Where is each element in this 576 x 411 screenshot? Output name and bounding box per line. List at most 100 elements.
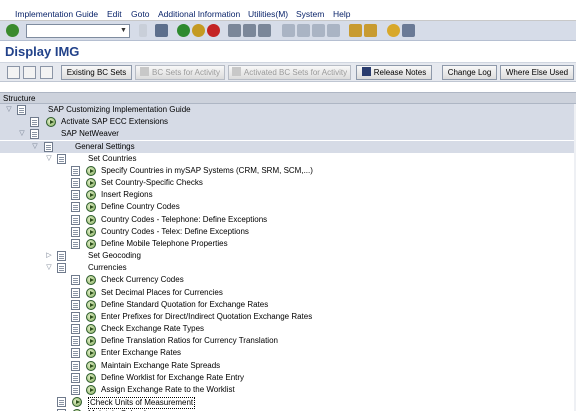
release-notes-icon[interactable] bbox=[23, 66, 36, 79]
tree-node-label[interactable]: Currencies bbox=[88, 263, 127, 273]
tree-row[interactable]: Define Standard Quotation for Exchange R… bbox=[0, 299, 576, 311]
collapse-icon[interactable]: ▽ bbox=[45, 155, 53, 163]
documentation-icon[interactable] bbox=[71, 238, 80, 249]
activated-bc-sets-button[interactable]: Activated BC Sets for Activity bbox=[228, 65, 351, 80]
documentation-icon[interactable] bbox=[71, 165, 80, 176]
tree-row[interactable]: Define Mobile Telephone Properties bbox=[0, 238, 576, 250]
tree-row[interactable]: ▽ General Settings bbox=[0, 140, 576, 153]
tree-node-label[interactable]: Define Standard Quotation for Exchange R… bbox=[101, 300, 268, 310]
execute-activity-icon[interactable] bbox=[86, 226, 96, 237]
execute-activity-icon[interactable] bbox=[86, 190, 96, 201]
tree-node-label[interactable]: Insert Regions bbox=[101, 190, 153, 200]
documentation-icon[interactable] bbox=[71, 178, 80, 189]
bc-set-icon[interactable] bbox=[40, 66, 53, 79]
tree-node-label[interactable]: Maintain Exchange Rate Spreads bbox=[101, 361, 220, 371]
tree-row[interactable]: Assign Exchange Rate to the Worklist bbox=[0, 384, 576, 396]
print-icon[interactable] bbox=[228, 24, 241, 37]
execute-activity-icon[interactable] bbox=[86, 299, 96, 310]
documentation-icon[interactable] bbox=[71, 384, 80, 395]
execute-activity-icon[interactable] bbox=[86, 311, 96, 322]
previous-page-icon[interactable] bbox=[297, 24, 310, 37]
tree-node-label[interactable]: Check Currency Codes bbox=[101, 275, 184, 285]
documentation-icon[interactable] bbox=[71, 360, 80, 371]
tree-row[interactable]: Enter Prefixes for Direct/Indirect Quota… bbox=[0, 311, 576, 323]
tree-row[interactable]: ▽ Currencies bbox=[0, 262, 576, 274]
tree-row[interactable]: Check Units of Measurement bbox=[0, 396, 576, 410]
execute-activity-icon[interactable] bbox=[46, 117, 56, 128]
collapse-icon[interactable]: ▽ bbox=[5, 106, 13, 114]
documentation-icon[interactable] bbox=[71, 372, 80, 383]
execute-activity-icon[interactable] bbox=[86, 287, 96, 298]
exit-icon[interactable] bbox=[192, 24, 205, 37]
existing-bc-sets-button[interactable]: Existing BC Sets bbox=[61, 65, 132, 80]
menu-utilities[interactable]: Utilities(M) bbox=[248, 9, 288, 19]
expand-icon[interactable]: ▷ bbox=[45, 252, 53, 260]
documentation-icon[interactable] bbox=[71, 287, 80, 298]
execute-activity-icon[interactable] bbox=[86, 275, 96, 286]
documentation-icon[interactable] bbox=[57, 263, 66, 274]
execute-activity-icon[interactable] bbox=[86, 214, 96, 225]
tree-row[interactable]: Set Decimal Places for Currencies bbox=[0, 287, 576, 299]
tree-node-label[interactable]: Country Codes - Telex: Define Exceptions bbox=[101, 227, 249, 237]
documentation-icon[interactable] bbox=[71, 226, 80, 237]
documentation-icon[interactable] bbox=[71, 214, 80, 225]
tree-node-label[interactable]: Enter Exchange Rates bbox=[101, 348, 181, 358]
where-else-used-button[interactable]: Where Else Used bbox=[500, 65, 574, 80]
tree-node-label[interactable]: Set Countries bbox=[88, 154, 136, 164]
tree-row[interactable]: Define Translation Ratios for Currency T… bbox=[0, 335, 576, 347]
expand-icon[interactable] bbox=[7, 66, 20, 79]
execute-activity-icon[interactable] bbox=[86, 324, 96, 335]
tree-node-label[interactable]: Enter Prefixes for Direct/Indirect Quota… bbox=[101, 312, 312, 322]
documentation-icon[interactable] bbox=[57, 251, 66, 262]
documentation-icon[interactable] bbox=[71, 336, 80, 347]
last-page-icon[interactable] bbox=[327, 24, 340, 37]
collapse-icon[interactable]: ▽ bbox=[18, 130, 26, 138]
documentation-icon[interactable] bbox=[30, 117, 39, 128]
documentation-icon[interactable] bbox=[17, 105, 26, 115]
menu-goto[interactable]: Goto bbox=[131, 9, 149, 19]
change-log-button[interactable]: Change Log bbox=[442, 65, 497, 80]
documentation-icon[interactable] bbox=[57, 397, 66, 408]
documentation-icon[interactable] bbox=[71, 324, 80, 335]
documentation-icon[interactable] bbox=[71, 311, 80, 322]
collapse-icon[interactable]: ▽ bbox=[31, 143, 39, 151]
execute-activity-icon[interactable] bbox=[86, 336, 96, 347]
tree-node-label[interactable]: SAP NetWeaver bbox=[61, 129, 119, 139]
back-icon[interactable] bbox=[177, 24, 190, 37]
menu-implementation-guide[interactable]: Implementation Guide bbox=[15, 9, 98, 19]
documentation-icon[interactable] bbox=[44, 141, 53, 152]
execute-activity-icon[interactable] bbox=[86, 238, 96, 249]
documentation-icon[interactable] bbox=[71, 299, 80, 310]
menu-help[interactable]: Help bbox=[333, 9, 350, 19]
documentation-icon[interactable] bbox=[57, 153, 66, 164]
tree-node-label[interactable]: SAP Customizing Implementation Guide bbox=[48, 105, 191, 115]
layout-icon[interactable] bbox=[402, 24, 415, 37]
tree-row[interactable]: Specify Countries in mySAP Systems (CRM,… bbox=[0, 165, 576, 177]
tree-row[interactable]: ▽ Set Countries bbox=[0, 153, 576, 165]
cancel-icon[interactable] bbox=[207, 24, 220, 37]
tree-node-label[interactable]: Assign Exchange Rate to the Worklist bbox=[101, 385, 235, 395]
release-notes-button[interactable]: Release Notes bbox=[356, 65, 432, 80]
tree-row[interactable]: Activate SAP ECC Extensions bbox=[0, 116, 576, 129]
tree-row[interactable]: Maintain Exchange Rate Spreads bbox=[0, 360, 576, 372]
tree-node-label[interactable]: Define Country Codes bbox=[101, 202, 180, 212]
tree-row[interactable]: Country Codes - Telex: Define Exceptions bbox=[0, 226, 576, 238]
tree-node-label[interactable]: Set Decimal Places for Currencies bbox=[101, 288, 223, 298]
tree-node-label[interactable]: Set Country-Specific Checks bbox=[101, 178, 203, 188]
tree-node-label[interactable]: Activate SAP ECC Extensions bbox=[61, 117, 168, 127]
find-icon[interactable] bbox=[243, 24, 256, 37]
execute-activity-icon[interactable] bbox=[86, 165, 96, 176]
create-session-icon[interactable] bbox=[349, 24, 362, 37]
first-page-icon[interactable] bbox=[282, 24, 295, 37]
tree-node-label[interactable]: Specify Countries in mySAP Systems (CRM,… bbox=[101, 166, 313, 176]
documentation-icon[interactable] bbox=[71, 275, 80, 286]
tree-row[interactable]: Check Currency Codes bbox=[0, 274, 576, 286]
tree-node-label[interactable]: Define Mobile Telephone Properties bbox=[101, 239, 228, 249]
menu-additional-information[interactable]: Additional Information bbox=[158, 9, 240, 19]
tree-row[interactable]: Define Worklist for Exchange Rate Entry bbox=[0, 372, 576, 384]
bc-sets-for-activity-button[interactable]: BC Sets for Activity bbox=[135, 65, 225, 80]
chevron-down-icon[interactable]: ▼ bbox=[119, 26, 128, 36]
documentation-icon[interactable] bbox=[71, 348, 80, 359]
execute-activity-icon[interactable] bbox=[86, 372, 96, 383]
tree-node-label[interactable]: Country Codes - Telephone: Define Except… bbox=[101, 215, 267, 225]
